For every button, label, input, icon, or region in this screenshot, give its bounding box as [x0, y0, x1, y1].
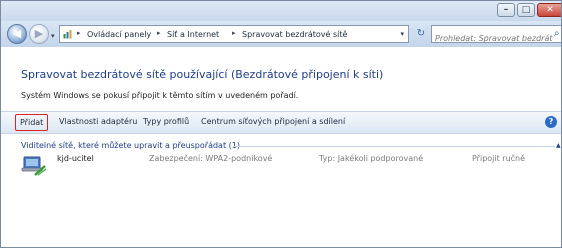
network-type: Typ: Jakékoli podporované [319, 154, 424, 163]
collapse-icon[interactable]: ▲ [556, 142, 561, 149]
title-bar: – □ ✕ [1, 1, 561, 21]
address-bar[interactable]: ▸ Ovládací panely ▸ Síť a Internet ▸ Spr… [59, 25, 409, 43]
breadcrumb-control-panel[interactable]: Ovládací panely [87, 30, 151, 39]
minimize-button[interactable]: – [497, 3, 515, 17]
recent-pages-dropdown[interactable]: ▾ [51, 32, 55, 40]
refresh-button[interactable]: ↻ [413, 27, 429, 41]
network-connect-mode: Připojit ručně [472, 154, 526, 163]
network-row[interactable]: kjd-ucitel Zabezpečení: WPA2-podnikové T… [1, 151, 561, 179]
breadcrumb-separator: ▸ [157, 29, 161, 37]
wireless-network-icon [21, 156, 47, 176]
breadcrumb-manage-wireless[interactable]: Spravovat bezdrátové sítě [242, 30, 347, 39]
command-bar: Přidat Vlastnosti adaptéru Typy profilů … [1, 111, 561, 134]
page-description: Systém Windows se pokusí připojit k těmt… [21, 91, 299, 100]
search-box[interactable]: ⌕ [431, 25, 561, 46]
group-divider [233, 146, 555, 147]
forward-button[interactable]: ▶ [29, 24, 49, 44]
search-input[interactable] [435, 31, 553, 46]
network-group-header[interactable]: Viditelné sítě, které můžete upravit a p… [21, 141, 240, 150]
maximize-button[interactable]: □ [517, 3, 535, 17]
page-title: Spravovat bezdrátové sítě používající (B… [21, 68, 384, 81]
search-icon[interactable]: ⌕ [554, 28, 560, 39]
breadcrumb-separator: ▸ [77, 29, 81, 37]
address-dropdown-icon[interactable]: ▾ [400, 30, 404, 38]
adapter-properties-button[interactable]: Vlastnosti adaptéru [59, 117, 137, 126]
control-panel-icon [63, 30, 72, 39]
network-name: kjd-ucitel [57, 154, 94, 163]
navigation-bar: ◀ ▶ ▾ ▸ Ovládací panely ▸ Síť a Internet… [1, 21, 561, 47]
back-button[interactable]: ◀ [7, 24, 27, 44]
profile-types-button[interactable]: Typy profilů [143, 117, 189, 126]
breadcrumb-separator: ▸ [232, 29, 236, 37]
add-button[interactable]: Přidat [15, 114, 49, 131]
close-button[interactable]: ✕ [537, 3, 561, 17]
help-icon[interactable]: ? [545, 116, 557, 128]
window: – □ ✕ ◀ ▶ ▾ ▸ Ovládací panely ▸ Síť a In… [0, 0, 562, 248]
network-security: Zabezpečení: WPA2-podnikové [149, 154, 273, 163]
network-center-link[interactable]: Centrum síťových připojení a sdílení [201, 117, 345, 126]
breadcrumb-network-internet[interactable]: Síť a Internet [167, 30, 219, 39]
